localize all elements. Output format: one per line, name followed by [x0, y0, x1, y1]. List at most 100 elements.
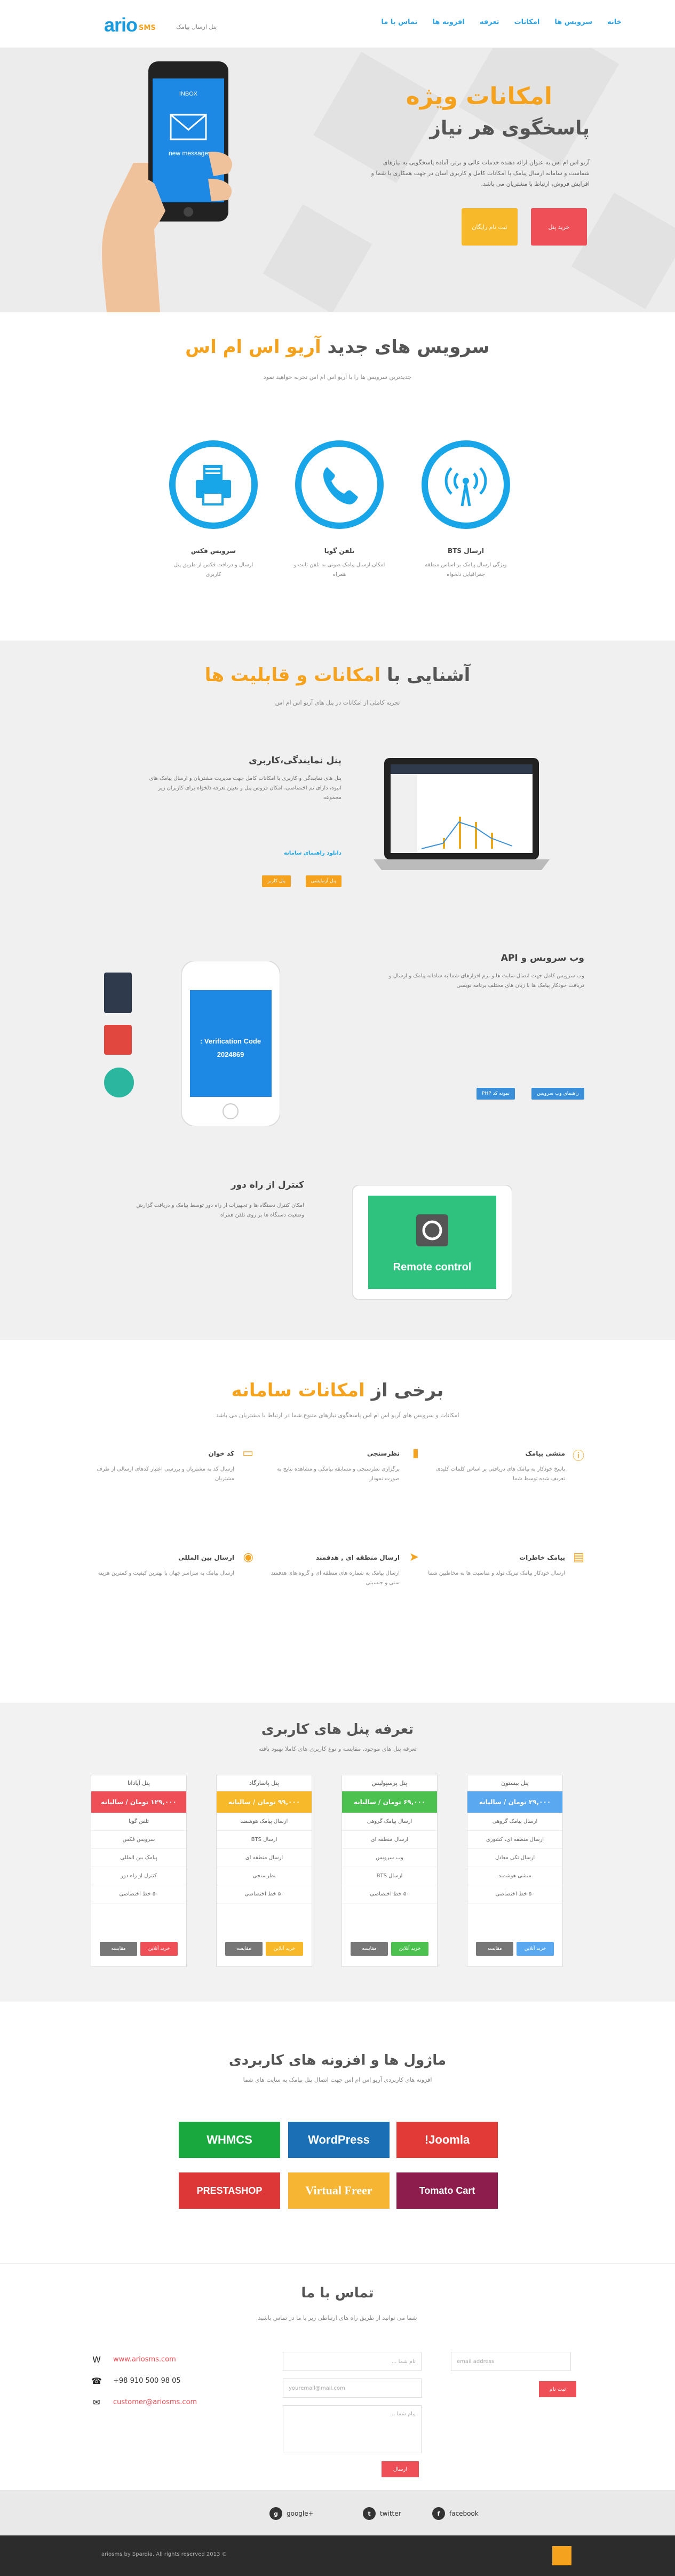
plan-feature: وب سرویس: [342, 1849, 437, 1867]
buy-online-button[interactable]: خرید آنلاین: [517, 1942, 554, 1956]
website-link[interactable]: www.ariosms.com: [113, 2356, 176, 2364]
fax-desc: ارسال و دریافت فکس از طریق پنل کاربری: [173, 562, 253, 578]
twitter-link[interactable]: t twitter: [363, 2507, 401, 2520]
plan-feature: ۵۰ خط اختصاصی: [342, 1885, 437, 1903]
download-guide-link[interactable]: دانلود راهنمای سامانه: [284, 849, 342, 858]
webservice-guide-button[interactable]: راهنمای وب سرویس: [531, 1088, 584, 1100]
services-title-b: آریو اس ام اس: [185, 336, 321, 358]
services-subtitle: جدیدترین سرویس ها را با آریو اس ام اس تج…: [263, 374, 412, 381]
features-section: آشنایی با امکانات و قابلیت ها تجربه کامل…: [0, 641, 675, 1340]
buy-panel-button[interactable]: خرید پنل: [531, 208, 587, 246]
email-link[interactable]: customer@ariosms.com: [113, 2398, 197, 2406]
nav-contact[interactable]: تماس با ما: [381, 18, 417, 26]
nav-services[interactable]: سرویس ها: [554, 18, 592, 26]
fax-icon: [196, 465, 231, 505]
white-phone-illustration: Verification Code : 2024869: [181, 961, 280, 1126]
compare-button[interactable]: مقایسه: [351, 1942, 388, 1956]
features-title: آشنایی با امکانات و قابلیت ها: [0, 665, 675, 686]
mail-icon: ✉: [93, 2397, 100, 2407]
facility-item: ◉ ارسال بین المللی ارسال پیامک به سراسر …: [88, 1551, 253, 1615]
laptop-illustration: [374, 758, 550, 870]
panel-title: پنل نمایندگی،کاربری: [249, 755, 342, 766]
globe-icon: ◉: [243, 1551, 253, 1564]
website-info: W www.ariosms.com: [91, 2354, 176, 2365]
google-plus-link[interactable]: g google+: [269, 2507, 314, 2520]
ivr-circle: [295, 440, 384, 529]
logo[interactable]: ario SMS: [104, 14, 156, 36]
chart-icon: ▮: [412, 1447, 419, 1460]
free-register-button[interactable]: ثبت نام رایگان: [462, 208, 518, 246]
site-footer: ariosms by Spardia. All rights reserved …: [0, 2535, 675, 2576]
email-info: ✉ customer@ariosms.com: [91, 2397, 197, 2407]
php-sample-button[interactable]: نمونه کد PHP: [476, 1088, 515, 1100]
plan-feature: پیامک بین المللی: [91, 1849, 186, 1867]
info-icon: ⓘ: [572, 1450, 584, 1463]
send-button[interactable]: ارسال: [382, 2461, 419, 2477]
subscribe-button[interactable]: ثبت نام: [539, 2381, 576, 2397]
twitter-icon: t: [363, 2507, 376, 2520]
tomatocart-module[interactable]: Tomato Cart: [396, 2172, 498, 2209]
joomla-module[interactable]: Joomla!: [396, 2122, 498, 2158]
phone-icon: [323, 467, 358, 504]
email-input[interactable]: youremail@mail.com: [283, 2379, 422, 2398]
buy-online-button[interactable]: خرید آنلاین: [391, 1942, 428, 1956]
plan-feature: ۵۰ خط اختصاصی: [91, 1885, 186, 1903]
buy-online-button[interactable]: خرید آنلاین: [266, 1942, 303, 1956]
whmcs-module[interactable]: WHMCS: [179, 2122, 280, 2158]
user-panel-button[interactable]: پنل کاربر: [262, 875, 291, 887]
nav-plugins[interactable]: افزونه ها: [433, 18, 465, 26]
plan-card-pasargad: پنل پاسارگاد ۹۹,۰۰۰ تومان / سالیانه ارسا…: [216, 1775, 312, 1967]
google-plus-label: google+: [287, 2510, 314, 2517]
virtualfreer-module[interactable]: Virtual Freer: [288, 2172, 390, 2209]
facility-desc: برگزاری نظرسنجی و مسابقه پیامکی و مشاهده…: [277, 1466, 400, 1482]
ivr-desc: امکان ارسال پیامک صوتی به تلفن ثابت و هم…: [293, 562, 385, 578]
calendar-icon: ▤: [573, 1551, 584, 1564]
modules-section: ماژول ها و افزونه های کاربردی افزونه های…: [0, 2002, 675, 2263]
bts-title: ارسال BTS: [448, 547, 484, 555]
name-input[interactable]: نام شما ...: [283, 2352, 422, 2371]
tagline: پنل ارسال پیامک: [176, 23, 217, 30]
plan-name: پنل آپادانا: [91, 1775, 186, 1791]
copyright: ariosms by Spardia. All rights reserved …: [101, 2551, 227, 2557]
facility-title: پیامک خاطرات: [519, 1554, 565, 1561]
facility-item: ▮ نظرسنجی برگزاری نظرسنجی و مسابقه پیامک…: [253, 1447, 419, 1511]
site-header: خانه سرویس ها امکانات تعرفه افزونه ها تم…: [0, 0, 675, 48]
prestashop-module[interactable]: PRESTASHOP: [179, 2172, 280, 2209]
hero-section: INBOX new message امکانات ویژه پاسخگوی ه…: [0, 48, 675, 312]
newsletter-email-input[interactable]: email address: [451, 2352, 571, 2371]
phone-new-message-text: new message: [169, 149, 208, 157]
logo-sub: SMS: [139, 24, 156, 32]
buy-online-button[interactable]: خرید آنلاین: [140, 1942, 178, 1956]
nav-pricing[interactable]: تعرفه: [480, 18, 499, 26]
webservice-desc: وب سرویس کامل جهت اتصال سایت ها و نرم اف…: [388, 973, 584, 989]
facebook-link[interactable]: f facebook: [432, 2507, 479, 2520]
nav-features[interactable]: امکانات: [514, 18, 540, 26]
plan-feature: ارسال پیامک هوشمند: [217, 1813, 312, 1831]
facility-item: ▭ کد خوان ارسال کد به مشتریان و بررسی اع…: [88, 1447, 253, 1511]
scroll-top-button[interactable]: [552, 2546, 571, 2565]
facility-item: ⓘ منشی پیامک پاسخ خودکار به پیامک های در…: [419, 1447, 584, 1511]
plan-feature: ارسال پیامک گروهی: [342, 1813, 437, 1831]
demo-panel-button[interactable]: پنل آزمایشی: [305, 875, 342, 887]
compare-button[interactable]: مقایسه: [476, 1942, 513, 1956]
hand-phone-illustration: INBOX new message: [102, 61, 232, 312]
plan-feature: ارسال BTS: [342, 1867, 437, 1885]
wordpress-module[interactable]: WordPress: [288, 2122, 390, 2158]
hero-title-1: امکانات ویژه: [406, 83, 552, 110]
compare-button[interactable]: مقایسه: [100, 1942, 137, 1956]
phone-number: +98 910 500 98 05: [113, 2377, 181, 2385]
remote-desc: امکان کنترل دستگاه ها و تجهیزات از راه د…: [136, 1203, 304, 1218]
facility-title: کد خوان: [208, 1450, 234, 1457]
plan-name: پنل پرسپولیس: [342, 1775, 437, 1791]
compare-button[interactable]: مقایسه: [225, 1942, 263, 1956]
verification-code: 2024869: [217, 1050, 244, 1058]
pricing-subtitle: تعرفه پنل های موجود، مقایسه و نوع کاربری…: [258, 1745, 417, 1752]
nav-home[interactable]: خانه: [607, 18, 622, 26]
hero-description: آریو اس ام اس به عنوان ارائه دهنده خدمات…: [371, 159, 590, 187]
modules-title: ماژول ها و افزونه های کاربردی: [228, 2052, 447, 2068]
phone-info: ☎ +98 910 500 98 05: [91, 2376, 181, 2386]
plan-feature: منشی هوشمند: [467, 1867, 562, 1885]
facility-title: ارسال بین المللی: [178, 1554, 234, 1561]
phone-inbox-text: INBOX: [179, 91, 198, 97]
message-textarea[interactable]: پیام شما ...: [283, 2405, 422, 2453]
